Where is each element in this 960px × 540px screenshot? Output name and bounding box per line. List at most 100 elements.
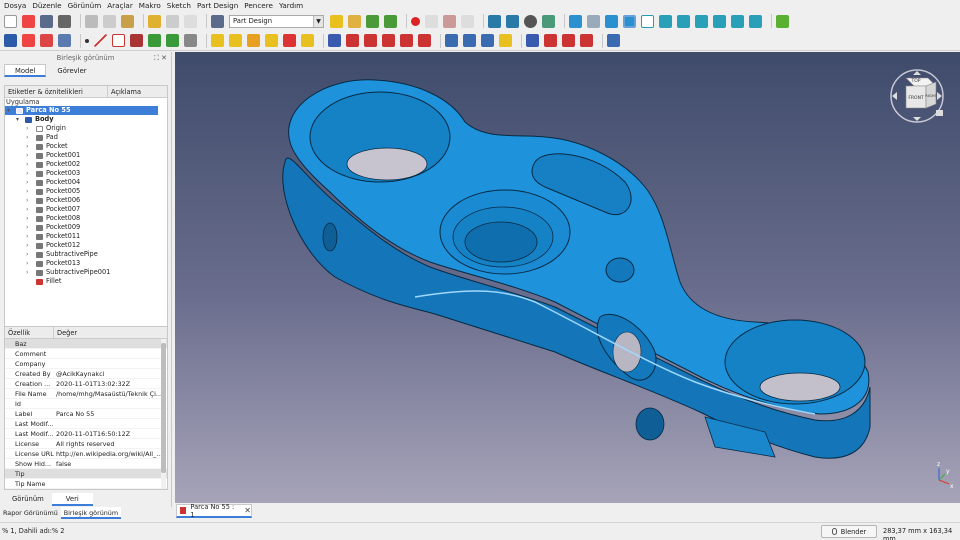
chevron-down-icon[interactable]: ▾ xyxy=(7,106,10,115)
print-icon[interactable] xyxy=(58,14,71,28)
shape-binder-icon[interactable] xyxy=(148,34,161,47)
property-header-value[interactable]: Değer xyxy=(54,327,77,338)
menu-edit[interactable]: Düzenle xyxy=(32,1,61,10)
polar-pattern-icon[interactable] xyxy=(481,34,494,47)
menu-sketch[interactable]: Sketch xyxy=(167,1,191,10)
fit-all-icon[interactable] xyxy=(488,14,501,28)
rear-view-icon[interactable] xyxy=(713,14,726,28)
menu-view[interactable]: Görünüm xyxy=(68,1,102,10)
cut-icon[interactable] xyxy=(85,14,98,28)
close-icon[interactable]: ⛶ ✕ xyxy=(154,52,167,64)
property-header-name[interactable]: Özellik xyxy=(5,327,54,338)
clone-body-icon[interactable] xyxy=(184,34,197,47)
datum-line-icon[interactable] xyxy=(94,34,107,47)
forward-arrow-icon[interactable] xyxy=(587,14,600,28)
additive-helix-icon[interactable] xyxy=(283,34,296,47)
property-value[interactable]: /home/mhg/Masaüstü/Teknik Çi... xyxy=(54,389,167,398)
property-row[interactable]: Tip Name xyxy=(5,479,167,489)
menu-window[interactable]: Pencere xyxy=(244,1,273,10)
chevron-right-icon[interactable]: › xyxy=(26,223,28,232)
tree-item[interactable]: › Pocket011 xyxy=(5,232,167,241)
isometric-view-icon[interactable] xyxy=(641,14,654,28)
tree-item[interactable]: › Pocket008 xyxy=(5,214,167,223)
datum-plane-icon[interactable] xyxy=(112,34,125,47)
property-value[interactable]: Parca No 55 xyxy=(54,409,167,418)
undo-icon[interactable] xyxy=(148,14,161,28)
chevron-right-icon[interactable]: › xyxy=(26,205,28,214)
chevron-right-icon[interactable]: › xyxy=(26,232,28,241)
tree-item[interactable]: › SubtractivePipe001 xyxy=(5,268,167,277)
front-view-icon[interactable] xyxy=(659,14,672,28)
tree-item[interactable]: › SubtractivePipe xyxy=(5,250,167,259)
chevron-right-icon[interactable]: › xyxy=(26,160,28,169)
chevron-right-icon[interactable]: › xyxy=(26,214,28,223)
chevron-right-icon[interactable]: › xyxy=(26,142,28,151)
tab-report-view[interactable]: Rapor Görünümü xyxy=(0,507,61,519)
link-actions-icon[interactable] xyxy=(384,14,397,28)
chevron-right-icon[interactable]: › xyxy=(26,259,28,268)
mirrored-icon[interactable] xyxy=(445,34,458,47)
left-view-icon[interactable] xyxy=(749,14,762,28)
tab-tasks[interactable]: Görevler xyxy=(46,64,97,77)
additive-primitive-icon[interactable] xyxy=(301,34,314,47)
validate-sketch-icon[interactable] xyxy=(40,34,53,47)
property-value[interactable] xyxy=(54,349,167,358)
open-icon[interactable] xyxy=(22,14,35,28)
tree-item[interactable]: › Pocket009 xyxy=(5,223,167,232)
3d-viewport[interactable]: TOP FRONT RIGHT z x y xyxy=(175,52,960,503)
property-row[interactable]: Company xyxy=(5,359,167,369)
chevron-right-icon[interactable]: › xyxy=(26,196,28,205)
tree-item[interactable]: › Pocket013 xyxy=(5,259,167,268)
menu-macro[interactable]: Makro xyxy=(139,1,161,10)
navigation-style-button[interactable]: Blender xyxy=(821,525,877,538)
menu-file[interactable]: Dosya xyxy=(4,1,26,10)
tree-item[interactable]: Fillet xyxy=(5,277,167,286)
additive-pipe-icon[interactable] xyxy=(265,34,278,47)
scrollbar-thumb[interactable] xyxy=(161,343,166,473)
bounding-box-icon[interactable] xyxy=(542,14,555,28)
property-row[interactable]: Comment xyxy=(5,349,167,359)
property-scrollbar[interactable] xyxy=(161,339,166,489)
revolution-icon[interactable] xyxy=(229,34,242,47)
workbench-selector[interactable]: Part Design ▼ xyxy=(229,14,324,28)
navcube-menu-icon[interactable] xyxy=(936,110,943,116)
subtractive-primitive-icon[interactable] xyxy=(418,34,431,47)
copy-icon[interactable] xyxy=(103,14,116,28)
right-view-icon[interactable] xyxy=(695,14,708,28)
group-icon[interactable] xyxy=(348,14,361,28)
chevron-right-icon[interactable]: › xyxy=(26,124,28,133)
whats-this-icon[interactable] xyxy=(211,14,224,28)
zoom-icon[interactable] xyxy=(623,14,636,28)
tab-combo-view[interactable]: Birleşik görünüm xyxy=(60,507,122,519)
top-view-icon[interactable] xyxy=(677,14,690,28)
tree-header-description[interactable]: Açıklama xyxy=(108,86,141,97)
tree-item[interactable]: › Origin xyxy=(5,124,167,133)
property-value[interactable]: http://en.wikipedia.org/wiki/All_... xyxy=(54,449,167,458)
navcube-arrow-left-icon[interactable] xyxy=(892,92,897,100)
boolean-icon[interactable] xyxy=(607,34,620,47)
chevron-right-icon[interactable]: › xyxy=(26,169,28,178)
refresh-icon[interactable] xyxy=(184,14,197,28)
chevron-right-icon[interactable]: › xyxy=(26,187,28,196)
tree-item[interactable]: › Pocket006 xyxy=(5,196,167,205)
navcube-arrow-down-icon[interactable] xyxy=(913,117,921,121)
property-row[interactable]: Creation ... 2020-11-01T13:02:32Z xyxy=(5,379,167,389)
bottom-view-icon[interactable] xyxy=(731,14,744,28)
pocket-icon[interactable] xyxy=(328,34,341,47)
menu-tools[interactable]: Araçlar xyxy=(107,1,133,10)
back-arrow-icon[interactable] xyxy=(569,14,582,28)
part-model[interactable]: TOP FRONT RIGHT z x y xyxy=(175,52,960,503)
subshape-binder-icon[interactable] xyxy=(166,34,179,47)
navcube-arrow-right-icon[interactable] xyxy=(937,92,942,100)
redo-icon[interactable] xyxy=(166,14,179,28)
measure-icon[interactable] xyxy=(776,14,789,28)
tree-item-root[interactable]: ▾ Parca No 55 xyxy=(5,106,158,115)
tree-item[interactable]: › Pocket012 xyxy=(5,241,167,250)
tree-item[interactable]: › Pocket xyxy=(5,142,167,151)
property-row[interactable]: Show Hid... false xyxy=(5,459,167,469)
tree-item-body[interactable]: ▾ Body xyxy=(5,115,167,124)
tree-item[interactable]: › Pocket002 xyxy=(5,160,167,169)
clone-icon[interactable] xyxy=(58,34,71,47)
paste-icon[interactable] xyxy=(121,14,134,28)
tab-view[interactable]: Görünüm xyxy=(4,493,52,506)
